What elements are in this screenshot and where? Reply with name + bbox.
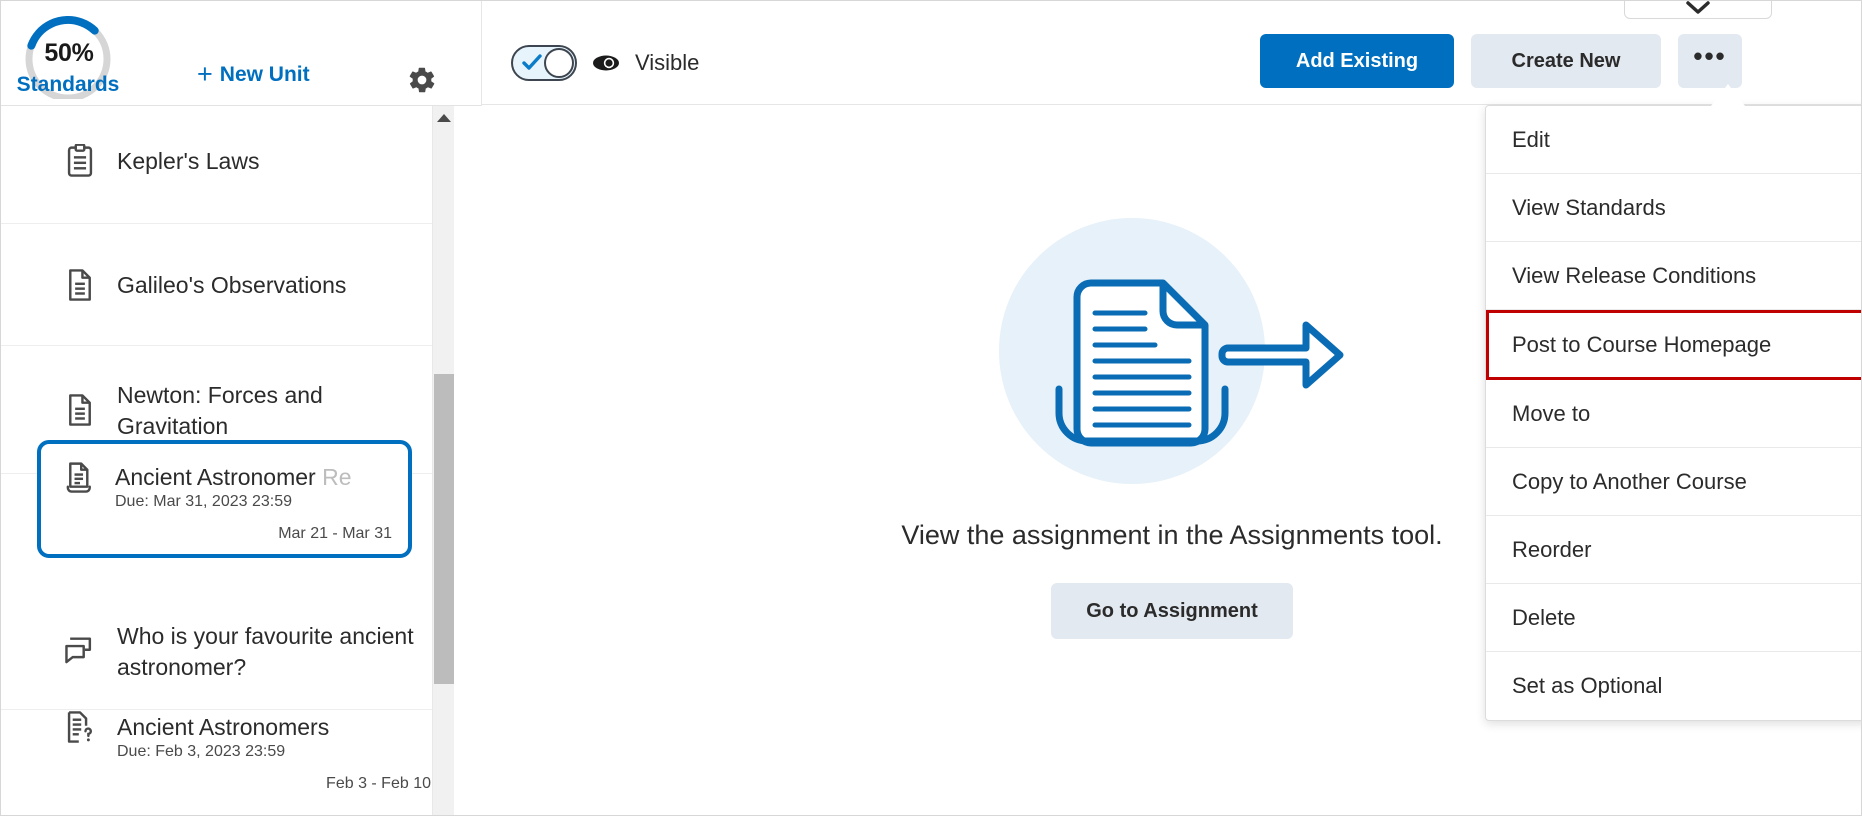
new-unit-button[interactable]: + New Unit — [197, 59, 310, 90]
main-panel: Visible Add Existing Create New ••• Edit… — [482, 1, 1861, 815]
list-item-title: Newton: Forces and Gravitation — [117, 382, 323, 439]
selected-item-title-text: Ancient Astronomer — [115, 464, 323, 490]
list-item-title: Galileo's Observations — [117, 272, 347, 299]
chevron-down-icon — [1686, 1, 1710, 14]
list-item[interactable]: Who is your favourite ancient astronomer… — [1, 592, 453, 710]
menu-item-view-standards[interactable]: View Standards — [1486, 174, 1861, 242]
sidebar-header: 50% Standards + New Unit — [1, 1, 481, 106]
new-unit-label: New Unit — [219, 63, 310, 86]
list-item-due: Due: Feb 3, 2023 23:59 — [117, 743, 286, 761]
list-item[interactable]: Ancient Astronomers Due: Feb 3, 2023 23:… — [1, 710, 453, 815]
create-new-button[interactable]: Create New — [1471, 34, 1661, 88]
menu-item-copy-to-another-course[interactable]: Copy to Another Course — [1486, 448, 1861, 516]
scroll-up-button[interactable] — [433, 106, 455, 130]
selected-item-title-truncated: Re — [322, 464, 352, 490]
visibility-toggle[interactable] — [511, 45, 577, 81]
eye-icon — [591, 53, 621, 73]
sidebar: 50% Standards + New Unit Kepler's Laws G… — [1, 1, 482, 815]
list-item[interactable]: Galileo's Observations — [1, 224, 453, 346]
selected-item-due: Due: Mar 31, 2023 23:59 — [115, 493, 293, 511]
visibility-control: Visible — [511, 45, 699, 81]
document-export-illustration — [977, 211, 1367, 496]
more-options-button[interactable]: ••• — [1678, 34, 1742, 88]
menu-item-move-to[interactable]: Move to — [1486, 380, 1861, 448]
toolbar: Visible Add Existing Create New ••• — [482, 1, 1861, 105]
list-item-selected[interactable]: Ancient Astronomer Re Due: Mar 31, 2023 … — [37, 440, 412, 558]
list-item-title: Ancient Astronomers — [117, 714, 330, 740]
scrollbar-thumb[interactable] — [434, 374, 454, 684]
document-icon — [63, 393, 97, 427]
quiz-icon — [63, 710, 97, 744]
go-to-assignment-button[interactable]: Go to Assignment — [1051, 583, 1293, 639]
list-item-title: Kepler's Laws — [117, 148, 260, 175]
context-menu: Edit View Standards View Release Conditi… — [1485, 105, 1861, 721]
content-message: View the assignment in the Assignments t… — [901, 520, 1443, 550]
menu-item-set-as-optional[interactable]: Set as Optional — [1486, 652, 1861, 720]
menu-item-view-release-conditions[interactable]: View Release Conditions — [1486, 242, 1861, 310]
checklist-document-icon — [63, 143, 97, 178]
gear-icon — [409, 67, 435, 93]
unit-item-list: Kepler's Laws Galileo's Observations New… — [1, 106, 482, 815]
selected-item-range: Mar 21 - Mar 31 — [278, 525, 392, 543]
document-icon — [63, 268, 97, 302]
standards-progress[interactable]: 50% Standards — [11, 13, 121, 99]
menu-item-post-to-course-homepage[interactable]: Post to Course Homepage — [1486, 310, 1861, 380]
list-item[interactable]: Kepler's Laws — [1, 106, 453, 224]
chevron-up-icon — [437, 114, 451, 122]
menu-item-delete[interactable]: Delete — [1486, 584, 1861, 652]
menu-item-reorder[interactable]: Reorder — [1486, 516, 1861, 584]
check-icon — [522, 54, 542, 70]
progress-percent: 50% — [44, 39, 94, 67]
add-existing-button[interactable]: Add Existing — [1260, 34, 1454, 88]
sidebar-scrollbar[interactable] — [432, 106, 455, 815]
discussion-icon — [63, 636, 97, 666]
menu-item-edit[interactable]: Edit — [1486, 106, 1861, 174]
list-item-range: Feb 3 - Feb 10 — [326, 775, 431, 793]
list-item-title: Who is your favourite ancient astronomer… — [117, 623, 414, 680]
top-collapse-control[interactable] — [1624, 1, 1772, 19]
toggle-knob — [544, 48, 574, 78]
app-window: 50% Standards + New Unit Kepler's Laws G… — [0, 0, 1862, 816]
assignment-icon — [63, 460, 97, 494]
selected-item-title: Ancient Astronomer Re — [115, 462, 392, 492]
settings-button[interactable] — [405, 63, 439, 97]
plus-icon: + — [197, 59, 213, 90]
visibility-label: Visible — [635, 50, 700, 75]
progress-label: Standards — [16, 73, 120, 96]
